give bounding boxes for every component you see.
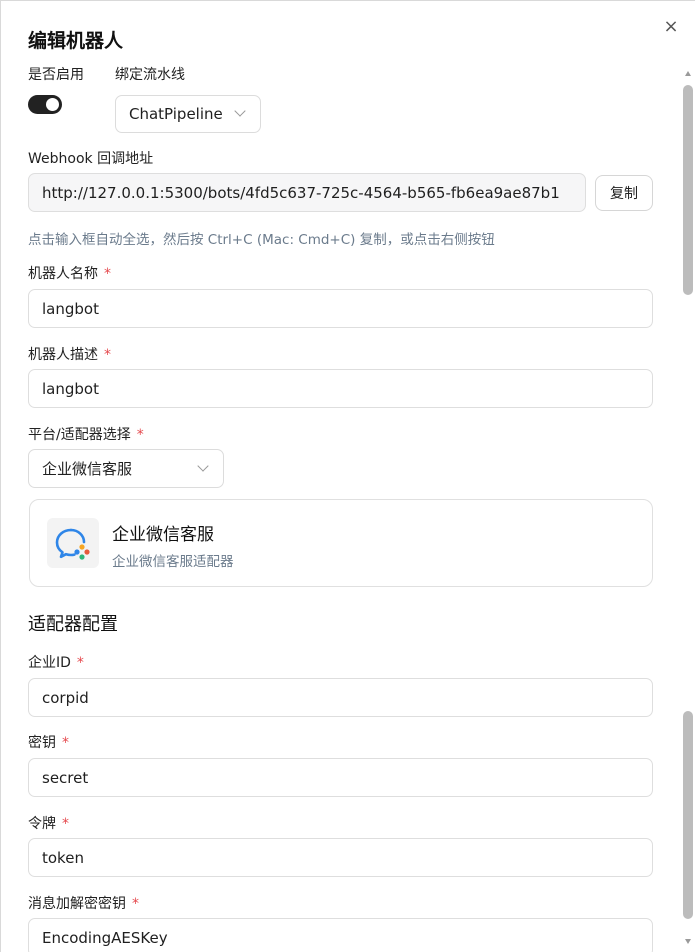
bot-name-label-text: 机器人名称 xyxy=(28,266,98,282)
token-label: 令牌 * xyxy=(28,813,69,833)
required-marker: * xyxy=(62,816,69,832)
required-marker: * xyxy=(62,735,69,751)
adapter-config-title: 适配器配置 xyxy=(28,614,118,635)
secret-label: 密钥 * xyxy=(28,732,69,752)
bot-name-label: 机器人名称 * xyxy=(28,263,111,283)
pipeline-select-value: ChatPipeline xyxy=(129,105,223,123)
token-label-text: 令牌 xyxy=(28,816,56,832)
scroll-down-arrow-icon[interactable] xyxy=(685,939,691,944)
required-marker: * xyxy=(136,427,144,443)
required-marker: * xyxy=(76,655,84,671)
dialog-title: 编辑机器人 xyxy=(28,30,124,52)
platform-select[interactable]: 企业微信客服 xyxy=(28,449,224,488)
aes-key-input[interactable]: EncodingAESKey xyxy=(28,918,653,952)
scroll-up-arrow-icon[interactable] xyxy=(685,71,691,76)
close-icon[interactable]: × xyxy=(661,17,681,37)
bot-desc-label: 机器人描述 * xyxy=(28,344,111,364)
pipeline-label: 绑定流水线 xyxy=(115,67,185,83)
required-marker: * xyxy=(104,266,111,282)
copy-button[interactable]: 复制 xyxy=(595,175,653,211)
enable-toggle[interactable] xyxy=(28,95,62,114)
toggle-knob xyxy=(46,98,59,111)
bot-desc-label-text: 机器人描述 xyxy=(28,347,98,363)
bot-desc-input[interactable]: langbot xyxy=(28,369,653,408)
enable-label: 是否启用 xyxy=(28,67,84,83)
pipeline-select[interactable]: ChatPipeline xyxy=(115,95,261,133)
adapter-card-title: 企业微信客服 xyxy=(112,525,214,545)
secret-input[interactable]: secret xyxy=(28,758,653,797)
corpid-input[interactable]: corpid xyxy=(28,678,653,717)
adapter-card-description: 企业微信客服适配器 xyxy=(112,554,234,570)
aes-key-label-text: 消息加解密密钥 xyxy=(28,896,126,912)
adapter-card: 企业微信客服 企业微信客服适配器 xyxy=(29,499,653,587)
wecom-kf-icon xyxy=(47,518,99,568)
required-marker: * xyxy=(132,896,139,912)
webhook-url-input[interactable]: http://127.0.0.1:5300/bots/4fd5c637-725c… xyxy=(28,173,586,212)
edit-bot-dialog: 编辑机器人 × 是否启用 绑定流水线 ChatPipeline Webhook … xyxy=(0,0,695,952)
scrollbar-thumb-top[interactable] xyxy=(683,85,693,295)
aes-key-label: 消息加解密密钥 * xyxy=(28,893,139,913)
chevron-down-icon xyxy=(197,460,209,472)
required-marker: * xyxy=(104,347,111,363)
webhook-hint: 点击输入框自动全选，然后按 Ctrl+C (Mac: Cmd+C) 复制，或点击… xyxy=(28,232,495,248)
corpid-label-text: 企业ID xyxy=(28,655,71,671)
secret-label-text: 密钥 xyxy=(28,735,56,751)
scrollbar-thumb-bottom[interactable] xyxy=(683,711,693,919)
platform-label: 平台/适配器选择 * xyxy=(28,424,144,444)
chevron-down-icon xyxy=(234,105,246,117)
bot-name-input[interactable]: langbot xyxy=(28,289,653,328)
platform-select-value: 企业微信客服 xyxy=(42,460,133,478)
token-input[interactable]: token xyxy=(28,838,653,877)
platform-label-text: 平台/适配器选择 xyxy=(28,427,131,443)
webhook-label: Webhook 回调地址 xyxy=(28,151,154,167)
corpid-label: 企业ID * xyxy=(28,652,84,672)
